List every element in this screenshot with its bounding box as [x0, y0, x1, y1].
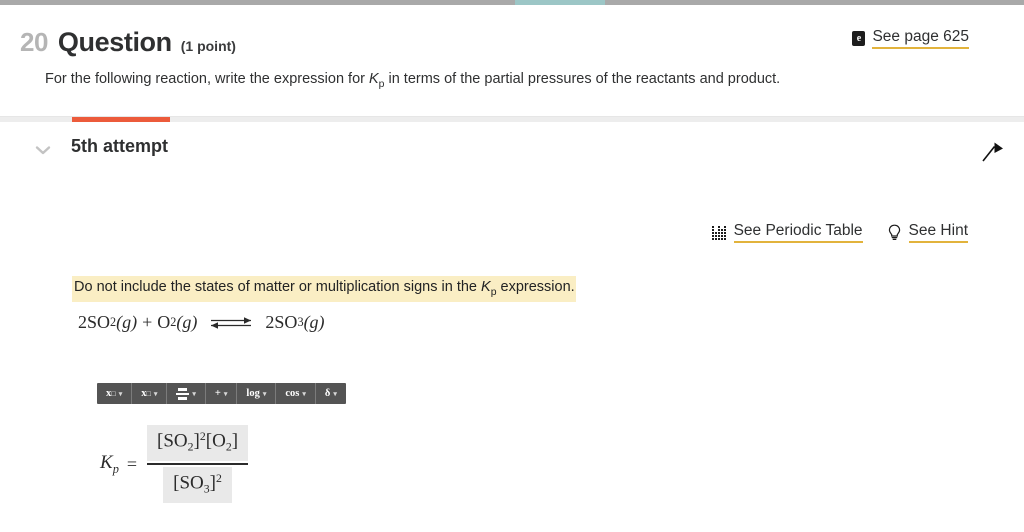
equilibrium-arrow-icon: [209, 315, 253, 331]
subscript-placeholder: □: [146, 389, 151, 398]
superscript-placeholder: □: [111, 389, 116, 398]
num-term1-species: SO: [163, 430, 188, 452]
equation-plus-sign: +: [142, 312, 153, 332]
question-points: (1 point): [180, 38, 236, 54]
page-title: Question: [57, 27, 172, 57]
instruction-text-tail: expression.: [496, 279, 575, 295]
chevron-down-icon[interactable]: [33, 140, 53, 160]
answer-kp-subscript: p: [112, 461, 119, 476]
chevron-down-icon: ▾: [302, 390, 306, 398]
periodic-table-icon: [711, 225, 727, 240]
equation-coefficient-1: 2: [78, 312, 87, 332]
plus-operator-button[interactable]: + ▾: [206, 383, 238, 404]
chevron-down-icon: ▾: [262, 390, 267, 398]
instruction-text-lead: Do not include the states of matter or m…: [74, 279, 482, 295]
equation-coefficient-2: 2: [265, 312, 275, 332]
prompt-text-lead: For the following reaction, write the ex…: [45, 71, 369, 87]
question-card: 20 Question (1 point) For the following …: [0, 5, 1024, 117]
see-periodic-table-link[interactable]: See Periodic Table: [711, 222, 863, 243]
chevron-down-icon: ▾: [223, 390, 228, 398]
equation-species-1: SO: [87, 312, 111, 332]
answer-kp-label: Kp: [100, 452, 119, 477]
prompt-kp-symbol: K: [368, 71, 379, 87]
instruction-kp-symbol: K: [481, 279, 491, 295]
equation-species-3: SO: [274, 312, 298, 332]
answer-numerator-field[interactable]: [SO2]2[O2]: [147, 425, 249, 462]
question-prompt: For the following reaction, write the ex…: [45, 69, 780, 93]
log-function-button[interactable]: log ▾: [237, 383, 277, 404]
cos-function-label: cos: [285, 388, 300, 399]
prompt-text-tail: in terms of the partial pressures of the…: [384, 71, 781, 87]
fraction-bar: [147, 463, 249, 465]
fraction-button[interactable]: ▾: [167, 383, 206, 404]
greek-delta-label: δ: [324, 388, 331, 399]
chevron-down-icon: ▾: [333, 390, 337, 398]
see-hint-label: See Hint: [908, 222, 968, 243]
answer-fraction: [SO2]2[O2] [SO3]2: [147, 425, 249, 504]
question-number: 20: [20, 27, 48, 57]
equation-state-1: (g): [116, 312, 138, 332]
den-exponent: 2: [216, 471, 222, 485]
see-page-link[interactable]: e See page 625: [852, 28, 969, 49]
superscript-button[interactable]: x □ ▾: [97, 383, 133, 404]
attempt-label: 5th attempt: [71, 136, 169, 156]
lightbulb-icon: [887, 224, 902, 241]
answer-equals-sign: =: [126, 453, 138, 474]
chevron-down-icon: ▾: [192, 390, 196, 398]
answer-denominator-field[interactable]: [SO3]2: [163, 466, 232, 504]
attempt-tab-divider: [0, 117, 1024, 122]
greek-symbol-button[interactable]: δ ▾: [316, 383, 346, 404]
plus-operator-label: +: [214, 388, 221, 399]
cos-function-button[interactable]: cos ▾: [276, 383, 316, 404]
helper-links: See Periodic Table See Hint: [688, 222, 968, 243]
chemical-equation: 2 SO 2 (g) + O 2 (g) 2 SO 3 (g): [78, 312, 325, 333]
num-term2-close: ]: [231, 430, 239, 452]
log-function-label: log: [246, 388, 260, 399]
num-term2-species: O: [212, 430, 226, 452]
chevron-down-icon: ▾: [118, 390, 123, 398]
see-page-label: See page 625: [872, 28, 969, 49]
attempt-row: 5th attempt: [0, 130, 1024, 170]
subscript-button[interactable]: x □ ▾: [132, 383, 168, 404]
chevron-down-icon: ▾: [153, 390, 158, 398]
equation-species-2: O: [157, 312, 171, 332]
den-species: SO: [179, 472, 204, 494]
attempt-tab-indicator: [72, 117, 170, 122]
flag-icon[interactable]: [979, 138, 1007, 166]
equation-state-2: (g): [176, 312, 198, 332]
see-periodic-table-label: See Periodic Table: [733, 222, 863, 243]
question-header: 20 Question (1 point): [20, 27, 236, 58]
ebook-icon: e: [852, 31, 866, 46]
fraction-icon: [176, 387, 190, 400]
equation-state-3: (g): [303, 312, 325, 332]
answer-expression[interactable]: Kp = [SO2]2[O2] [SO3]2: [100, 425, 249, 504]
see-hint-link[interactable]: See Hint: [887, 222, 968, 243]
answer-kp-base: K: [100, 451, 113, 473]
math-editor-toolbar: x □ ▾ x □ ▾ ▾ + ▾ log ▾ cos ▾ δ ▾: [97, 383, 346, 404]
instruction-highlight: Do not include the states of matter or m…: [72, 276, 576, 303]
